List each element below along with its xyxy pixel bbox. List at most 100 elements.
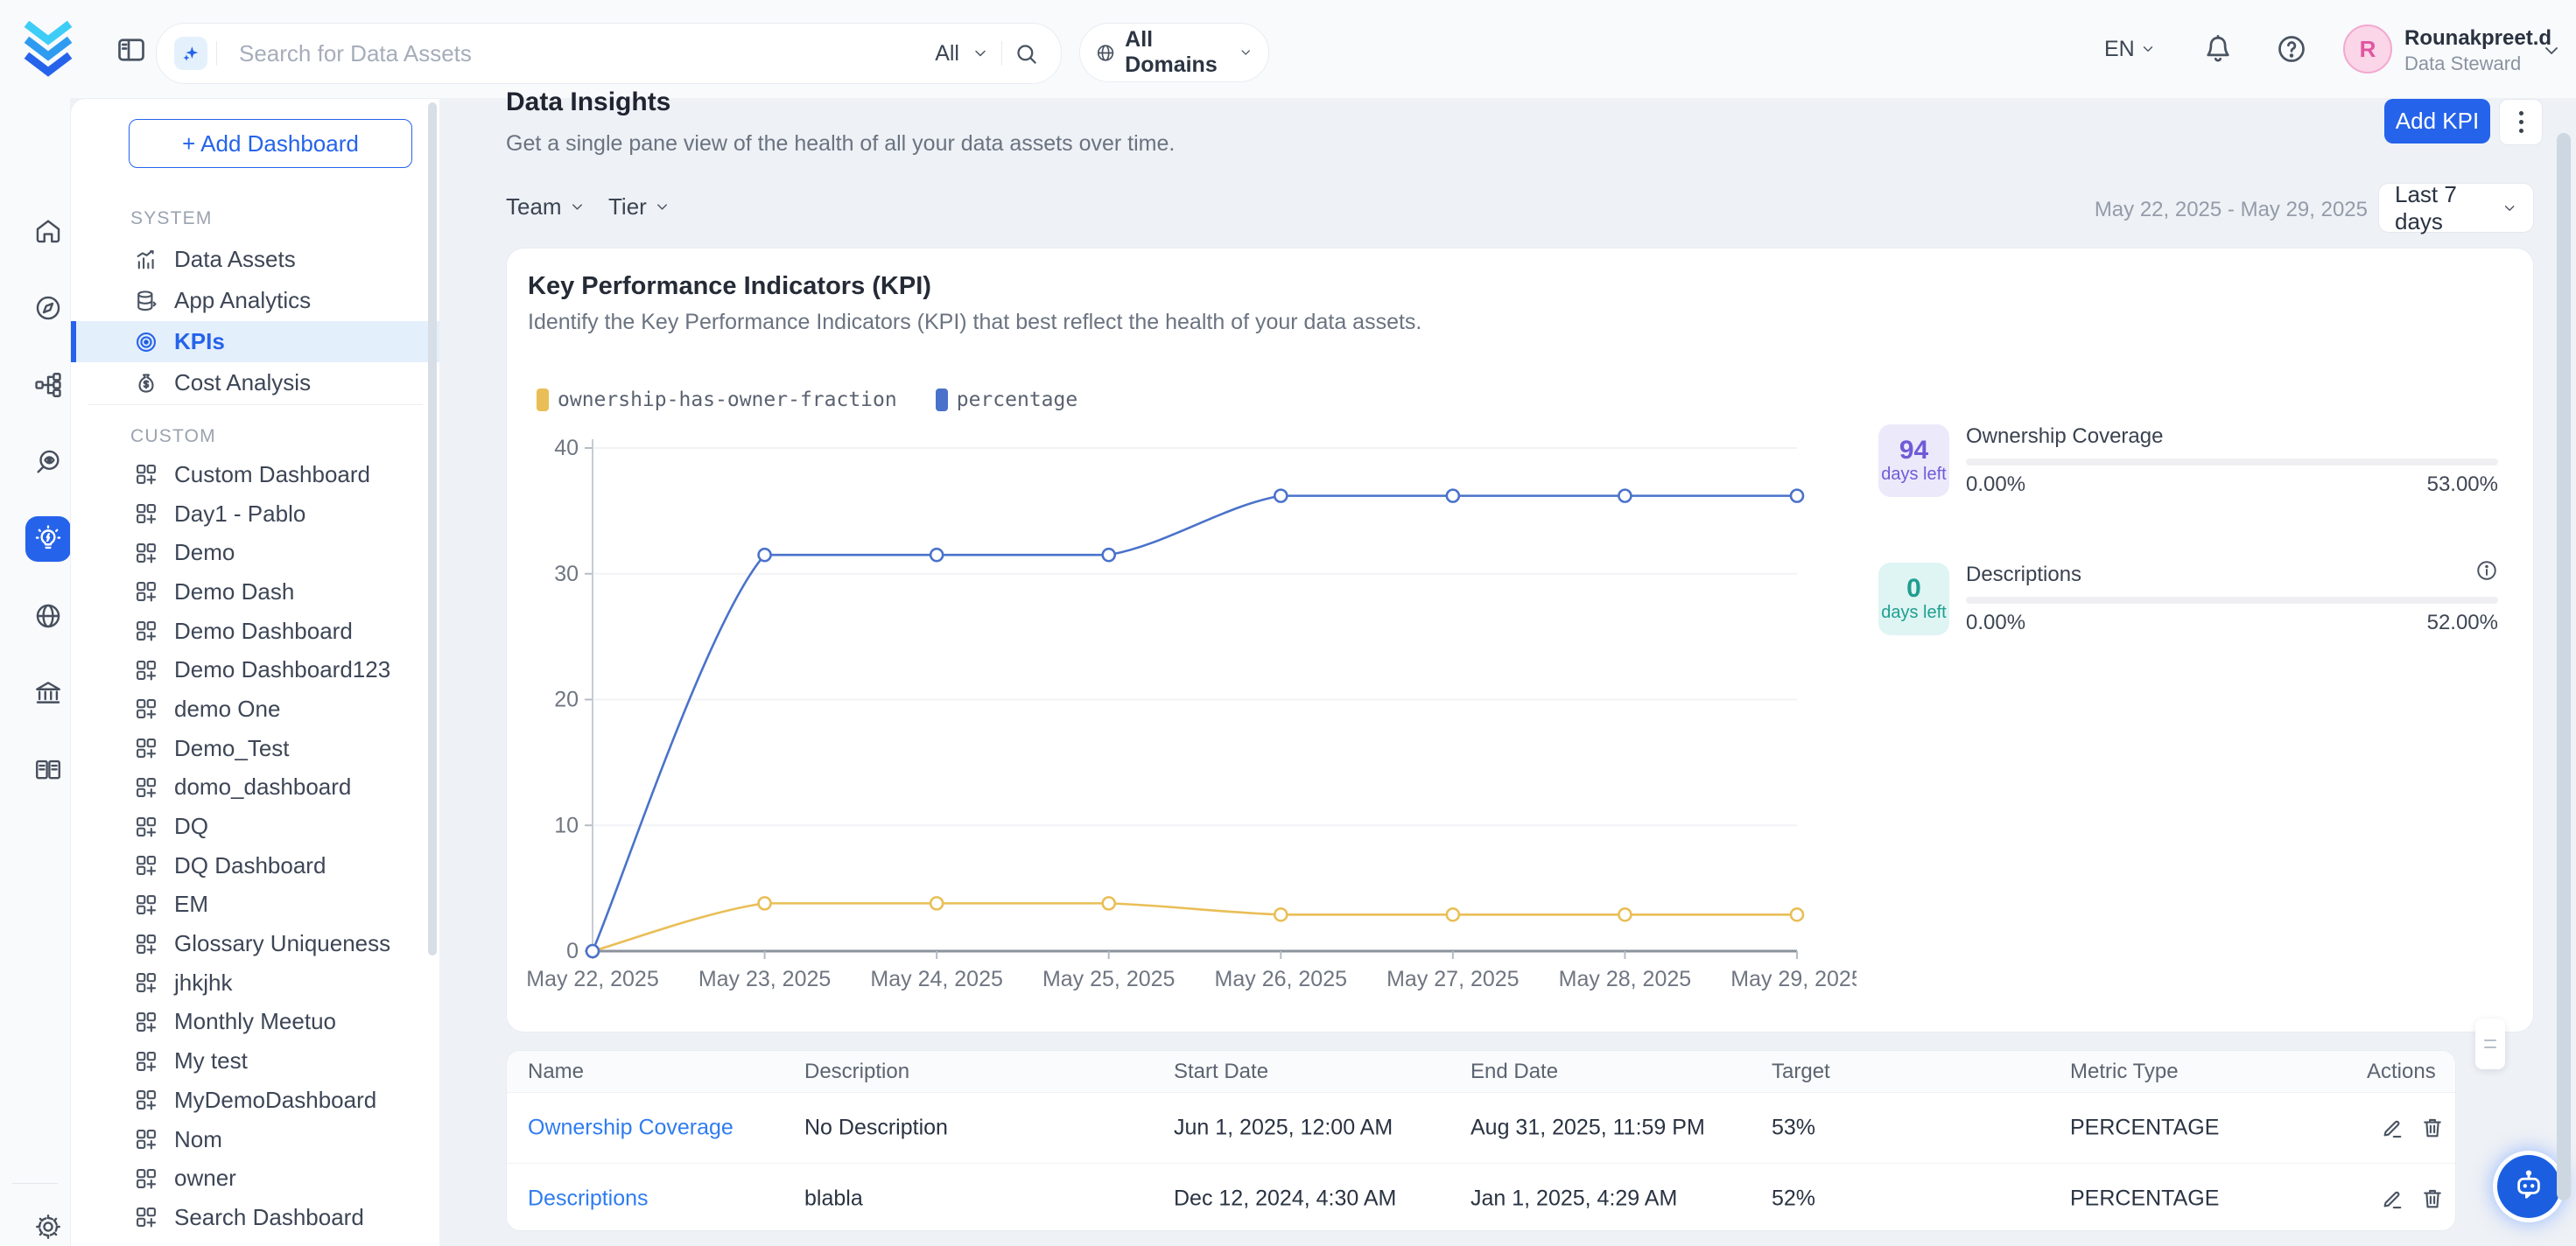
sidebar-item-dashboard[interactable]: Search Dashboard [71, 1198, 439, 1237]
sidebar-item-dashboard[interactable]: My test [71, 1041, 439, 1081]
sidebar-item-dashboard[interactable]: domo_dashboard [71, 768, 439, 808]
rail-governance-button[interactable] [25, 670, 71, 716]
dashboard-grid-icon [134, 1166, 158, 1191]
sidebar-item-dashboard[interactable]: Day1 - Pablo [71, 494, 439, 534]
sidebar-item-dashboard[interactable]: Demo Dashboard [71, 612, 439, 651]
days-left-label: days left [1881, 465, 1946, 485]
sidebar-scrollbar-thumb[interactable] [428, 102, 437, 956]
sidebar-item-dashboard[interactable]: Glossary Uniqueness [71, 924, 439, 963]
avatar[interactable]: R [2343, 24, 2392, 74]
kpi-name-link[interactable]: Ownership Coverage [528, 1116, 733, 1141]
team-filter[interactable]: Team [506, 189, 586, 224]
money-bag-icon [134, 371, 158, 396]
kpi-description: No Description [804, 1116, 948, 1141]
edge-widget-tab[interactable] [2475, 1018, 2505, 1069]
sidebar-item-dashboard[interactable]: DQ [71, 807, 439, 846]
sidebar-item-dashboard[interactable]: demo One [71, 690, 439, 729]
sidebar-item-dashboard[interactable]: owner [71, 1158, 439, 1198]
sidebar-item-dashboard[interactable]: jhkjhk [71, 963, 439, 1003]
chevron-down-icon [654, 199, 670, 215]
rail-home-button[interactable] [25, 208, 71, 254]
domains-filter[interactable]: All Domains [1079, 23, 1269, 82]
sidebar-item-dashboard[interactable]: EM [71, 886, 439, 925]
top-bar: Search for Data Assets All All Domains E… [0, 0, 2576, 98]
notifications-bell-icon[interactable] [2202, 33, 2234, 65]
sidebar-item-data-assets[interactable]: Data Assets [71, 239, 439, 280]
sidebar-item-dashboard[interactable]: Nom [71, 1120, 439, 1159]
rail-domains-button[interactable] [25, 593, 71, 639]
sidebar-item-kpis[interactable]: KPIs [71, 321, 439, 362]
dashboard-grid-icon [134, 815, 158, 839]
legend-swatch [537, 388, 549, 411]
sidebar-item-dashboard[interactable]: DQ Dashboard [71, 846, 439, 886]
dashboard-grid-icon [134, 462, 158, 486]
info-icon[interactable] [2475, 559, 2498, 582]
legend-item[interactable]: percentage [936, 388, 1077, 411]
section-label-system: SYSTEM [130, 208, 213, 229]
sidebar-item-dashboard[interactable]: Monthly Meetuo [71, 1003, 439, 1042]
delete-icon[interactable] [2420, 1186, 2445, 1211]
sidebar-item-label: DQ Dashboard [174, 852, 326, 879]
legend-item[interactable]: ownership-has-owner-fraction [537, 388, 897, 411]
rail-insights-button[interactable] [25, 516, 71, 562]
rail-glossary-button[interactable] [25, 747, 71, 793]
column-header: Actions [2367, 1060, 2436, 1084]
rail-settings-button[interactable] [25, 1204, 71, 1246]
search-eye-icon [33, 447, 63, 477]
search-icon[interactable] [1014, 42, 1038, 66]
rail-observe-button[interactable] [25, 439, 71, 485]
progress-bar [1966, 597, 2498, 604]
language-selector[interactable]: EN [2104, 0, 2156, 98]
gear-icon [33, 1212, 63, 1242]
add-kpi-button[interactable]: Add KPI [2384, 99, 2490, 144]
ai-sparkle-icon[interactable] [174, 37, 207, 70]
search-input[interactable]: Search for Data Assets All [156, 23, 1062, 84]
database-icon [134, 289, 158, 313]
kpi-name-link[interactable]: Descriptions [528, 1186, 649, 1212]
language-label: EN [2104, 37, 2135, 62]
sidebar-item-label: Custom Dashboard [174, 461, 370, 488]
kpi-summary-ownership: 94 days left Ownership Coverage 0.00% 53… [1878, 424, 2498, 529]
chevron-down-icon[interactable] [972, 45, 989, 62]
tier-filter[interactable]: Tier [608, 189, 670, 224]
sidebar-item-dashboard[interactable]: Demo_Test [71, 729, 439, 768]
edit-icon[interactable] [2380, 1116, 2404, 1140]
chevron-down-icon [1239, 44, 1253, 61]
dashboard-grid-icon [134, 619, 158, 643]
date-range-select[interactable]: Last 7 days [2378, 183, 2534, 233]
svg-text:0: 0 [566, 939, 579, 963]
sidebar-toggle-icon[interactable] [116, 34, 147, 66]
sidebar-item-cost-analysis[interactable]: Cost Analysis [71, 362, 439, 403]
add-dashboard-button[interactable]: + Add Dashboard [129, 119, 412, 168]
sidebar-item-dashboard[interactable]: Demo Dash [71, 572, 439, 612]
help-icon[interactable] [2276, 33, 2307, 65]
delete-icon[interactable] [2420, 1116, 2445, 1140]
more-options-button[interactable] [2499, 99, 2543, 145]
flow-graph-icon [33, 370, 63, 400]
search-scope-select[interactable]: All [935, 41, 959, 66]
edit-icon[interactable] [2380, 1186, 2404, 1211]
sidebar-item-label: Demo Dashboard [174, 618, 353, 645]
chart-legend: ownership-has-owner-fraction percentage [537, 388, 1077, 411]
sidebar-item-dashboard[interactable]: Demo [71, 533, 439, 572]
app-logo-icon[interactable] [23, 21, 74, 77]
kpi-summary-title: Ownership Coverage [1966, 424, 2163, 449]
sidebar-item-app-analytics[interactable]: App Analytics [71, 280, 439, 321]
section-label-custom: CUSTOM [130, 426, 216, 447]
dashboard-grid-icon [134, 658, 158, 682]
chatbot-button[interactable] [2497, 1155, 2560, 1218]
rail-lineage-button[interactable] [25, 362, 71, 408]
kpi-line-chart: 010203040May 22, 2025May 23, 2025May 24,… [526, 421, 1857, 998]
rail-discover-button[interactable] [25, 285, 71, 331]
sidebar-item-dashboard[interactable]: MyDemoDashboard [71, 1081, 439, 1120]
bank-icon [33, 678, 63, 708]
legend-label: percentage [957, 388, 1077, 411]
svg-text:May 22, 2025: May 22, 2025 [526, 967, 659, 991]
user-menu-chevron-icon[interactable] [2541, 40, 2562, 61]
svg-text:20: 20 [554, 688, 579, 712]
progress-target: 52.00% [2427, 611, 2498, 635]
sidebar-item-dashboard[interactable]: Custom Dashboard [71, 455, 439, 494]
days-left-value: 94 [1899, 437, 1928, 465]
sidebar-item-dashboard[interactable]: Demo Dashboard123 [71, 650, 439, 690]
main-scrollbar-thumb[interactable] [2557, 133, 2571, 1200]
